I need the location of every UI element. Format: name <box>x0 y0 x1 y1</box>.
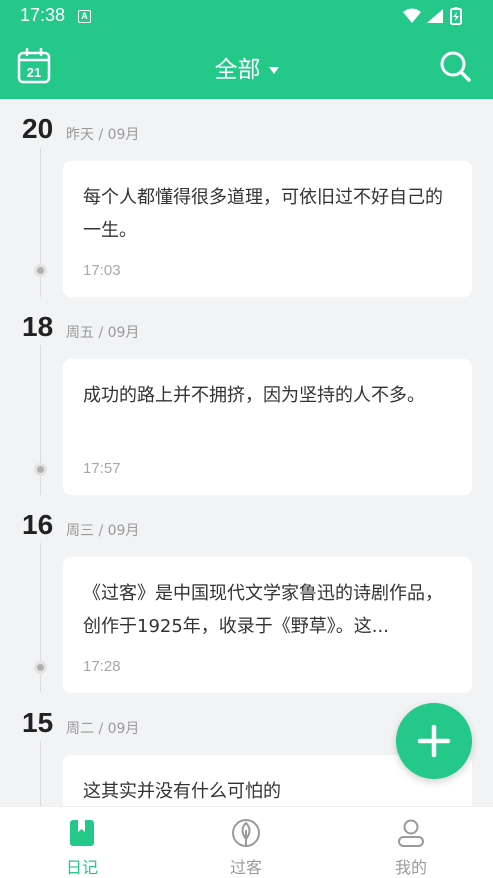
filter-title: 全部 <box>214 57 261 83</box>
date-day: 20 <box>22 113 54 144</box>
bottom-nav: 日记 过客 我的 <box>0 806 493 878</box>
system-status-icons <box>403 7 462 25</box>
entry-text: 《过客》是中国现代文学家鲁迅的诗剧作品，创作于1925年，收录于《野草》。这..… <box>83 583 443 637</box>
plus-icon <box>417 724 451 758</box>
toolbar: 21 全部 <box>0 32 493 99</box>
nav-mine[interactable]: 我的 <box>329 807 493 878</box>
caret-down-icon <box>268 67 279 74</box>
diary-entry-card[interactable]: 《过客》是中国现代文学家鲁迅的诗剧作品，创作于1925年，收录于《野草》。这..… <box>63 557 472 693</box>
entry-text: 这其实并没有什么可怕的 <box>83 781 281 802</box>
date-meta: 周五 / 09月 <box>66 325 140 341</box>
timeline-dot <box>34 264 47 277</box>
diary-entry-card[interactable]: 成功的路上并不拥挤，因为坚持的人不多。 17:57 <box>63 359 472 495</box>
date-day: 16 <box>22 509 54 540</box>
wifi-icon <box>403 8 421 23</box>
date-meta: 周三 / 09月 <box>66 523 140 539</box>
status-time: 17:38 <box>20 5 66 25</box>
entry-time: 17:28 <box>83 658 121 675</box>
timeline-dot <box>34 463 47 476</box>
date-day: 15 <box>22 707 54 738</box>
entry-text: 成功的路上并不拥挤，因为坚持的人不多。 <box>83 385 425 406</box>
leaf-icon <box>232 819 260 847</box>
nav-diary[interactable]: 日记 <box>0 807 164 878</box>
status-bar: 17:38 A <box>0 0 493 32</box>
date-meta: 昨天 / 09月 <box>66 127 140 143</box>
date-meta: 周二 / 09月 <box>66 721 140 737</box>
timeline-dot <box>34 661 47 674</box>
nav-label: 日记 <box>65 858 98 877</box>
filter-dropdown[interactable]: 全部 <box>0 50 493 84</box>
entry-time: 17:03 <box>83 262 121 279</box>
diary-entry-card[interactable]: 每个人都懂得很多道理，可依旧过不好自己的一生。 17:03 <box>63 161 472 297</box>
nav-label: 我的 <box>394 858 427 877</box>
entry-text: 每个人都懂得很多道理，可依旧过不好自己的一生。 <box>83 187 443 241</box>
person-icon <box>398 819 424 847</box>
diary-feed[interactable]: 20 昨天 / 09月 每个人都懂得很多道理，可依旧过不好自己的一生。 17:0… <box>0 99 493 806</box>
nav-passerby[interactable]: 过客 <box>164 807 328 878</box>
bookmark-book-icon <box>70 820 94 846</box>
timeline-line <box>40 741 41 806</box>
notification-icon: A <box>78 10 91 23</box>
date-day: 18 <box>22 311 54 342</box>
app-header: 17:38 A 21 全部 <box>0 0 493 99</box>
entry-time: 17:57 <box>83 460 121 477</box>
search-icon[interactable] <box>439 50 471 82</box>
signal-icon <box>427 9 443 23</box>
nav-label: 过客 <box>229 858 262 877</box>
add-entry-button[interactable] <box>396 703 472 779</box>
